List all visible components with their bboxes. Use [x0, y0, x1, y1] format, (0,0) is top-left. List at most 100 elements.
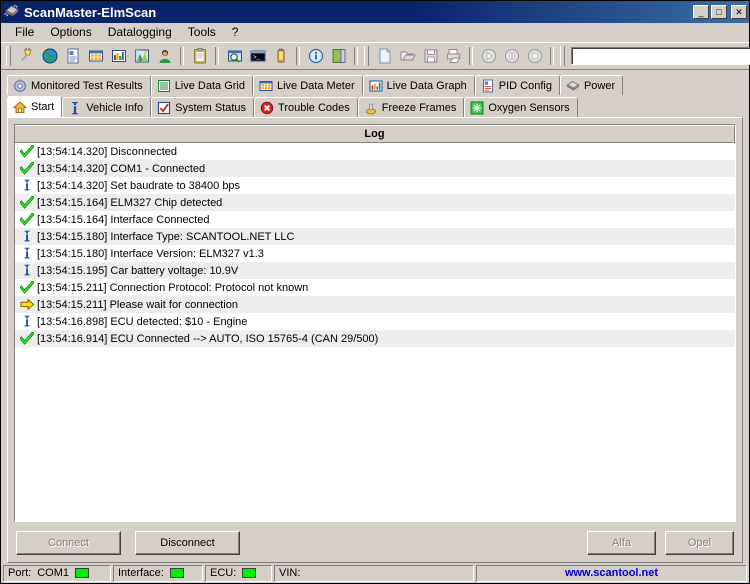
tab-power[interactable]: Power: [559, 75, 624, 95]
info-icon: [19, 230, 35, 244]
log-row-text: [13:54:15.211] Please wait for connectio…: [37, 298, 238, 311]
toolbar-grip[interactable]: [6, 46, 11, 66]
log-row[interactable]: [13:54:15.180] Interface Version: ELM327…: [15, 245, 735, 262]
log-column-header[interactable]: Log: [15, 125, 735, 143]
toolbar-grip-2[interactable]: [364, 46, 369, 66]
menu-item-tools[interactable]: Tools: [180, 24, 224, 40]
menu-item-datalogging[interactable]: Datalogging: [100, 24, 180, 40]
tab-area: Monitored Test Results Live Data Grid Li…: [1, 70, 749, 117]
tab-start[interactable]: Start: [7, 96, 63, 117]
minimize-button[interactable]: _: [693, 5, 709, 19]
document-config-icon: [481, 79, 495, 93]
toolbar-separator: [550, 47, 554, 65]
port-led-indicator: [75, 568, 90, 578]
tab-row-bottom: Start Vehicle Info System Status Trouble…: [7, 96, 743, 117]
tab-monitored-test-results[interactable]: Monitored Test Results: [7, 75, 151, 95]
tab-live-data-graph[interactable]: Live Data Graph: [362, 75, 475, 95]
snowman-icon: [364, 101, 378, 115]
play-icon[interactable]: [477, 45, 500, 67]
battery-icon[interactable]: [269, 45, 292, 67]
status-vin-label: VIN:: [279, 567, 301, 579]
tab-freeze-frames[interactable]: Freeze Frames: [357, 97, 465, 117]
clipboard-icon[interactable]: [188, 45, 211, 67]
bar-chart-icon: [369, 79, 383, 93]
menu-item-help[interactable]: ?: [224, 24, 247, 40]
log-list-body[interactable]: [13:54:14.320] Disconnected [13:54:14.320…: [15, 143, 735, 521]
tab-pid-config[interactable]: PID Config: [474, 75, 560, 95]
log-row-text: [13:54:15.164] Interface Connected: [37, 213, 210, 226]
maximize-button[interactable]: □: [711, 5, 727, 19]
status-port-value: COM1: [37, 567, 70, 579]
log-row[interactable]: [13:54:15.211] Connection Protocol: Prot…: [15, 279, 735, 296]
green-sensor-icon: [470, 101, 484, 115]
grid-icon[interactable]: [84, 45, 107, 67]
interface-led-indicator: [169, 568, 184, 578]
tab-vehicle-info[interactable]: Vehicle Info: [62, 97, 152, 117]
start-panel: Log [13:54:14.320] Disconnected [13:54:14…: [7, 117, 743, 563]
new-file-icon[interactable]: [373, 45, 396, 67]
menu-bar: File Options Datalogging Tools ?: [1, 23, 749, 42]
print-icon[interactable]: [442, 45, 465, 67]
toolbar-separator: [215, 47, 219, 65]
list-grid-icon: [157, 79, 171, 93]
close-button[interactable]: ✕: [731, 5, 747, 19]
log-row[interactable]: [13:54:15.180] Interface Type: SCANTOOL.…: [15, 228, 735, 245]
inspect-icon[interactable]: [223, 45, 246, 67]
chip-icon: [4, 4, 20, 20]
tab-live-data-grid[interactable]: Live Data Grid: [150, 75, 253, 95]
graph-image-icon[interactable]: [130, 45, 153, 67]
report-icon[interactable]: [61, 45, 84, 67]
meter-icon: [259, 79, 273, 93]
search-input[interactable]: [571, 47, 750, 65]
tab-label: Live Data Grid: [174, 79, 245, 92]
log-row[interactable]: [13:54:14.320] Set baudrate to 38400 bps: [15, 177, 735, 194]
connect-button[interactable]: Connect: [16, 531, 121, 555]
pause-icon[interactable]: [500, 45, 523, 67]
user-icon[interactable]: [153, 45, 176, 67]
log-row[interactable]: [13:54:15.211] Please wait for connectio…: [15, 296, 735, 313]
application-window: ScanMaster-ElmScan _ □ ✕ File Options Da…: [0, 0, 750, 584]
save-icon[interactable]: [419, 45, 442, 67]
error-circle-icon: [260, 101, 274, 115]
log-list: Log [13:54:14.320] Disconnected [13:54:14…: [14, 124, 736, 522]
tab-label: Power: [583, 79, 616, 92]
tab-oxygen-sensors[interactable]: Oxygen Sensors: [464, 97, 578, 117]
menu-item-options[interactable]: Options: [42, 24, 99, 40]
tab-label: Start: [31, 101, 55, 113]
info-icon[interactable]: [304, 45, 327, 67]
scantool-url-link[interactable]: www.scantool.net: [565, 567, 658, 579]
log-row-text: [13:54:14.320] Set baudrate to 38400 bps: [37, 179, 241, 192]
chart-icon[interactable]: [107, 45, 130, 67]
log-row[interactable]: [13:54:15.164] Interface Connected: [15, 211, 735, 228]
connect-plug-icon[interactable]: [15, 45, 38, 67]
menu-item-file[interactable]: File: [7, 24, 42, 40]
log-row[interactable]: [13:54:14.320] COM1 - Connected: [15, 160, 735, 177]
log-row-text: [13:54:16.914] ECU Connected --> AUTO, I…: [37, 332, 379, 345]
tab-system-status[interactable]: System Status: [151, 97, 255, 117]
log-row[interactable]: [13:54:16.898] ECU detected: $10 - Engin…: [15, 313, 735, 330]
log-row-text: [13:54:15.180] Interface Version: ELM327…: [37, 247, 264, 260]
alfa-button[interactable]: Alfa: [587, 531, 656, 555]
stop-icon[interactable]: [523, 45, 546, 67]
tab-label: Live Data Graph: [386, 79, 467, 92]
exit-icon[interactable]: [327, 45, 350, 67]
tab-row-top: Monitored Test Results Live Data Grid Li…: [7, 74, 743, 95]
check-icon: [19, 211, 35, 227]
tab-label: System Status: [175, 101, 247, 114]
log-row-text: [13:54:16.898] ECU detected: $10 - Engin…: [37, 315, 248, 328]
tab-live-data-meter[interactable]: Live Data Meter: [253, 75, 363, 95]
opel-button[interactable]: Opel: [665, 531, 734, 555]
window-controls: _ □ ✕: [693, 5, 747, 19]
ecu-led-indicator: [242, 568, 257, 578]
disconnect-button[interactable]: Disconnect: [135, 531, 240, 555]
globe-icon[interactable]: [38, 45, 61, 67]
log-row[interactable]: [13:54:15.164] ELM327 Chip detected: [15, 194, 735, 211]
log-row[interactable]: [13:54:15.195] Car battery voltage: 10.9…: [15, 262, 735, 279]
log-row[interactable]: [13:54:16.914] ECU Connected --> AUTO, I…: [15, 330, 735, 347]
terminal-icon[interactable]: >_: [246, 45, 269, 67]
open-folder-icon[interactable]: [396, 45, 419, 67]
log-row[interactable]: [13:54:14.320] Disconnected: [15, 143, 735, 160]
tab-trouble-codes[interactable]: Trouble Codes: [254, 97, 358, 117]
toolbar-grip-3[interactable]: [560, 46, 565, 66]
power-chip-icon: [566, 79, 580, 93]
